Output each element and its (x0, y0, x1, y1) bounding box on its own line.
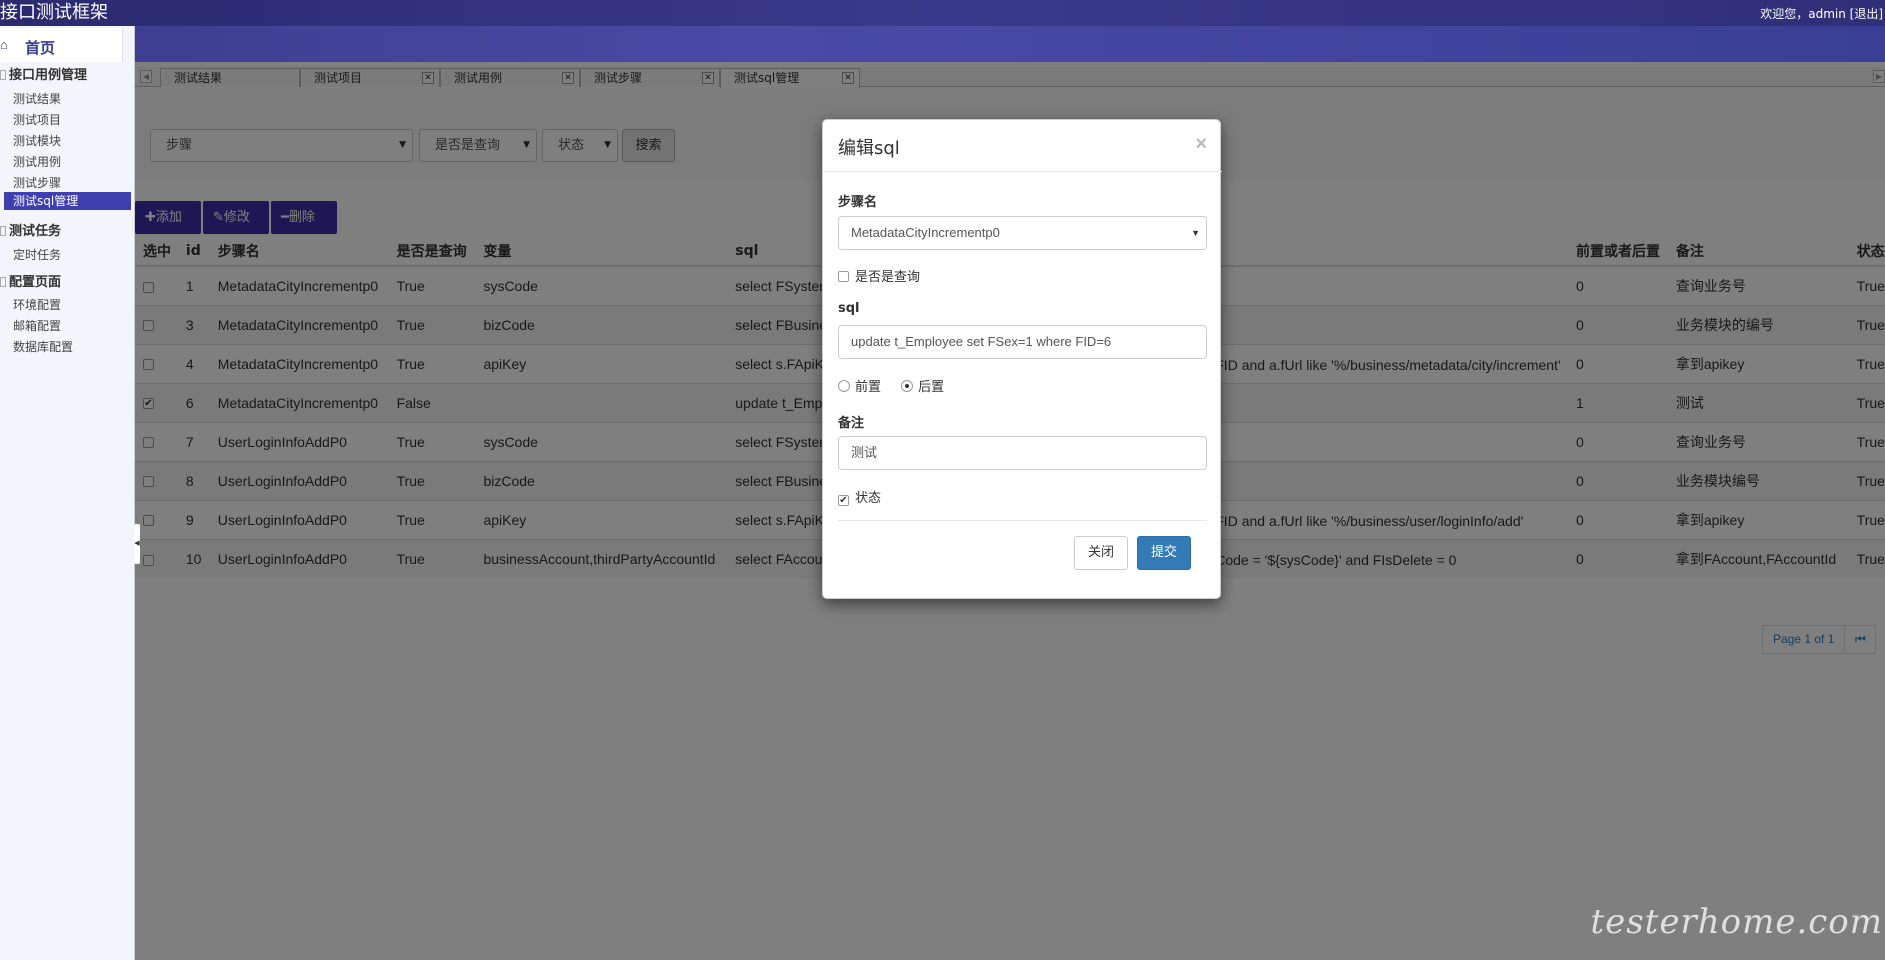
step-name-label: 步骤名 (838, 195, 878, 210)
is-query-checkbox[interactable]: 是否是查询 (838, 266, 920, 285)
sql-input[interactable]: update t_Employee set FSex=1 where FID=6 (838, 325, 1207, 359)
welcome-text[interactable]: 欢迎您，admin [退出] (1760, 5, 1883, 22)
watermark: testerhome.com (1590, 902, 1883, 942)
app-title: 接口测试框架 (0, 2, 108, 23)
modal-title: 编辑sql (838, 138, 900, 159)
submit-button[interactable]: 提交 (1137, 536, 1191, 570)
group-label: 配置页面 (9, 275, 62, 290)
top-header: 接口测试框架 欢迎您，admin [退出] (0, 0, 1885, 26)
home-icon: ⌂ (0, 37, 8, 52)
close-button[interactable]: 关闭 (1074, 536, 1128, 570)
sidebar-item-env-config[interactable]: 环境配置 (13, 296, 61, 313)
sidebar-item-mail-config[interactable]: 邮箱配置 (13, 317, 61, 334)
group-icon (0, 277, 6, 287)
group-label: 接口用例管理 (9, 68, 88, 83)
remark-label: 备注 (838, 416, 865, 431)
home-tab[interactable]: ⌂ 首页 (0, 28, 123, 62)
home-label: 首页 (25, 39, 56, 57)
group-title-config[interactable]: 配置页面 (0, 271, 61, 290)
checkbox-checked-icon[interactable]: ✔ (838, 495, 849, 506)
close-icon[interactable]: × (1195, 133, 1207, 156)
sidebar-item-test-cases[interactable]: 测试用例 (13, 153, 61, 170)
pre-radio[interactable] (838, 380, 850, 392)
modal-footer-divider (838, 520, 1207, 521)
checkbox-icon[interactable] (838, 271, 849, 282)
status-checkbox[interactable]: ✔ 状态 (838, 487, 881, 506)
sidebar-item-sql-management[interactable]: 测试sql管理 (4, 192, 131, 210)
status-label: 状态 (855, 491, 882, 506)
sidebar-item-test-projects[interactable]: 测试项目 (13, 111, 61, 128)
sidebar-item-test-steps[interactable]: 测试步骤 (13, 174, 61, 191)
header-band (0, 26, 1885, 62)
post-label: 后置 (918, 380, 945, 395)
group-icon (0, 226, 6, 236)
caret-down-icon: ▼ (1191, 228, 1200, 238)
modal-header: 编辑sql × (823, 120, 1222, 172)
sql-label: sql (838, 301, 860, 316)
edit-sql-modal: 编辑sql × 步骤名 MetadataCityIncrementp0 ▼ 是否是… (822, 119, 1222, 599)
pre-post-radio-group: 前置 后置 (838, 376, 944, 395)
sidebar-item-test-results[interactable]: 测试结果 (13, 90, 61, 107)
step-name-select[interactable]: MetadataCityIncrementp0 ▼ (838, 216, 1207, 250)
group-title-tasks[interactable]: 测试任务 (0, 220, 61, 239)
sidebar: ⌂ 首页 接口用例管理 测试结果 测试项目 测试模块 测试用例 测试步骤 测试s… (0, 26, 135, 960)
group-label: 测试任务 (9, 224, 62, 239)
collapse-sidebar-icon[interactable]: ◀ (134, 524, 140, 564)
sidebar-item-db-config[interactable]: 数据库配置 (13, 338, 73, 355)
group-title-case-management[interactable]: 接口用例管理 (0, 64, 87, 83)
pre-label: 前置 (855, 380, 882, 395)
step-name-value: MetadataCityIncrementp0 (851, 225, 1000, 240)
remark-value: 测试 (851, 445, 878, 460)
is-query-label: 是否是查询 (855, 270, 921, 285)
post-radio[interactable] (901, 380, 914, 392)
sidebar-item-scheduled-tasks[interactable]: 定时任务 (13, 246, 61, 263)
sql-value: update t_Employee set FSex=1 where FID=6 (851, 334, 1112, 349)
remark-input[interactable]: 测试 (838, 436, 1207, 470)
group-icon (0, 70, 6, 80)
sidebar-item-test-modules[interactable]: 测试模块 (13, 132, 61, 149)
